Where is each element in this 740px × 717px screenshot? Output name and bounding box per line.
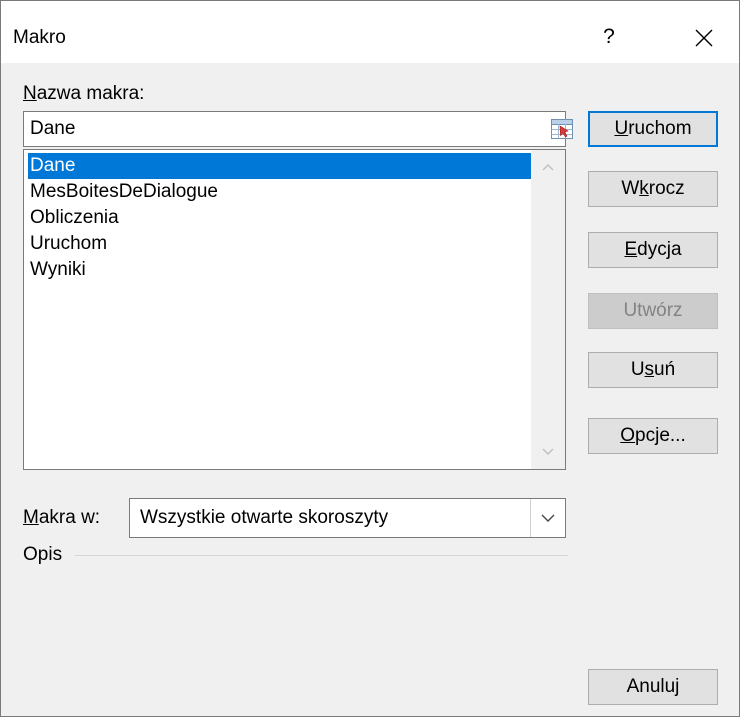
- close-icon: [695, 29, 713, 47]
- run-button[interactable]: Uruchom: [588, 111, 718, 147]
- chevron-up-icon: [542, 164, 554, 171]
- range-picker-button[interactable]: [551, 119, 573, 139]
- description-divider: [75, 555, 568, 556]
- dropdown-button[interactable]: [530, 499, 565, 537]
- list-item[interactable]: Dane: [28, 153, 531, 179]
- macro-list[interactable]: Dane MesBoitesDeDialogue Obliczenia Uruc…: [23, 149, 566, 470]
- macros-in-select[interactable]: Wszystkie otwarte skoroszyty: [129, 498, 566, 538]
- create-button: Utwórz: [588, 293, 718, 329]
- help-button[interactable]: ?: [589, 17, 629, 57]
- description-label: Opis: [23, 544, 63, 565]
- close-button[interactable]: [679, 17, 729, 57]
- delete-button[interactable]: Usuń: [588, 352, 718, 388]
- list-item[interactable]: Uruchom: [28, 231, 531, 257]
- scroll-down-button[interactable]: [531, 435, 565, 469]
- list-item[interactable]: MesBoitesDeDialogue: [28, 179, 531, 205]
- range-picker-icon: [551, 119, 573, 139]
- list-item[interactable]: Wyniki: [28, 257, 531, 283]
- macros-in-value: Wszystkie otwarte skoroszyty: [140, 507, 389, 528]
- list-scrollbar[interactable]: [531, 150, 565, 469]
- macro-name-field[interactable]: [23, 111, 573, 147]
- chevron-down-icon: [541, 514, 555, 522]
- dialog-title: Makro: [13, 27, 66, 48]
- macro-name-label: Nazwa makra:: [23, 83, 145, 104]
- cancel-button[interactable]: Anuluj: [588, 669, 718, 705]
- options-button[interactable]: Opcje...: [588, 418, 718, 454]
- macro-dialog: Makro ? Nazwa makra: Dane Dane MesBoites…: [0, 0, 740, 717]
- scroll-up-button[interactable]: [531, 150, 565, 184]
- edit-button[interactable]: Edycja: [588, 232, 718, 268]
- help-icon: ?: [603, 25, 615, 48]
- macro-name-input[interactable]: [30, 117, 520, 141]
- list-item[interactable]: Obliczenia: [28, 205, 531, 231]
- chevron-down-icon: [542, 448, 554, 455]
- title-bar: Makro ?: [1, 1, 739, 63]
- step-into-button[interactable]: Wkrocz: [588, 171, 718, 207]
- macros-in-label: Makra w:: [23, 507, 101, 528]
